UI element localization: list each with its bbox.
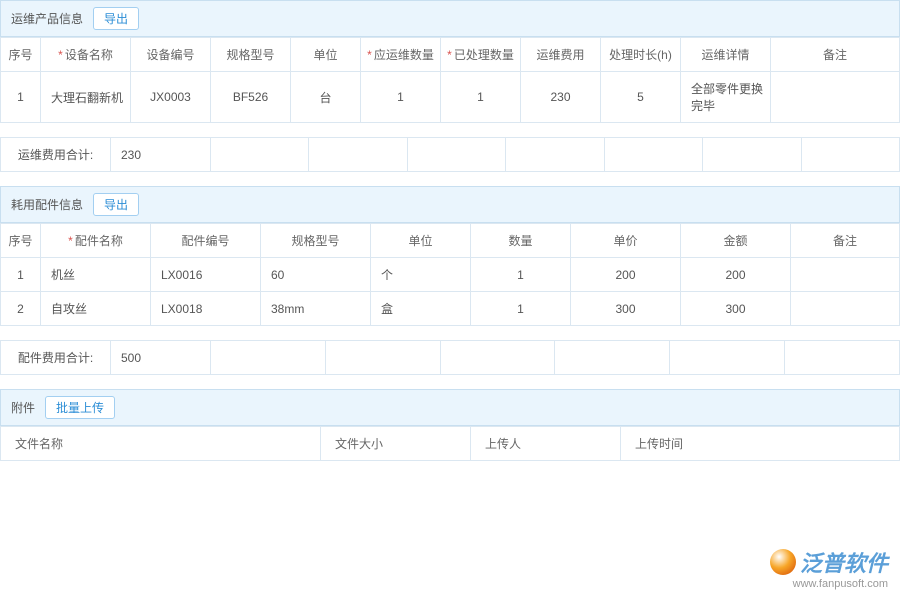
summary1-value: 230 bbox=[111, 138, 211, 172]
export-button-2[interactable]: 导出 bbox=[93, 193, 139, 216]
cell: 1 bbox=[1, 72, 41, 123]
section3-header: 附件 批量上传 bbox=[0, 389, 900, 426]
col-header: 运维详情 bbox=[681, 38, 771, 72]
cell: LX0016 bbox=[151, 258, 261, 292]
col-header: 金额 bbox=[681, 224, 791, 258]
cell: 大理石翻新机 bbox=[41, 72, 131, 123]
cell: BF526 bbox=[211, 72, 291, 123]
section3-title: 附件 bbox=[11, 399, 35, 416]
table-row: 1大理石翻新机JX0003BF526台112305全部零件更换完毕 bbox=[1, 72, 900, 123]
logo-icon bbox=[770, 549, 796, 575]
cell: 300 bbox=[681, 292, 791, 326]
footer-logo: 泛普软件 www.fanpusoft.com bbox=[770, 546, 888, 590]
cell: 1 bbox=[471, 258, 571, 292]
col-header: 配件编号 bbox=[151, 224, 261, 258]
cell bbox=[791, 258, 900, 292]
required-mark: * bbox=[58, 48, 63, 62]
cell: 200 bbox=[571, 258, 681, 292]
cell bbox=[771, 72, 900, 123]
cell: 1 bbox=[471, 292, 571, 326]
col-header: *应运维数量 bbox=[361, 38, 441, 72]
col-header: 备注 bbox=[791, 224, 900, 258]
col-header: 设备编号 bbox=[131, 38, 211, 72]
cell bbox=[791, 292, 900, 326]
table-row: 2自攻丝LX001838mm盒1300300 bbox=[1, 292, 900, 326]
summary1-label: 运维费用合计: bbox=[1, 138, 111, 172]
summary2-value: 500 bbox=[111, 341, 211, 375]
cell: LX0018 bbox=[151, 292, 261, 326]
brand-text: 泛普软件 bbox=[800, 546, 888, 578]
cell: 1 bbox=[441, 72, 521, 123]
col-header: *已处理数量 bbox=[441, 38, 521, 72]
cell: 机丝 bbox=[41, 258, 151, 292]
col-header: 上传时间 bbox=[621, 427, 900, 461]
col-header: 序号 bbox=[1, 38, 41, 72]
summary2-label: 配件费用合计: bbox=[1, 341, 111, 375]
col-header: 数量 bbox=[471, 224, 571, 258]
section1-summary: 运维费用合计: 230 bbox=[0, 137, 900, 172]
cell: 2 bbox=[1, 292, 41, 326]
cell: JX0003 bbox=[131, 72, 211, 123]
section1-title: 运维产品信息 bbox=[11, 10, 83, 27]
batch-upload-button[interactable]: 批量上传 bbox=[45, 396, 115, 419]
cell: 200 bbox=[681, 258, 791, 292]
cell: 5 bbox=[601, 72, 681, 123]
section1-header: 运维产品信息 导出 bbox=[0, 0, 900, 37]
col-header: 备注 bbox=[771, 38, 900, 72]
col-header: 运维费用 bbox=[521, 38, 601, 72]
section2-title: 耗用配件信息 bbox=[11, 196, 83, 213]
col-header: 处理时长(h) bbox=[601, 38, 681, 72]
cell: 38mm bbox=[261, 292, 371, 326]
col-header: 单位 bbox=[371, 224, 471, 258]
col-header: 规格型号 bbox=[211, 38, 291, 72]
export-button-1[interactable]: 导出 bbox=[93, 7, 139, 30]
required-mark: * bbox=[367, 48, 372, 62]
cell: 全部零件更换完毕 bbox=[681, 72, 771, 123]
cell: 230 bbox=[521, 72, 601, 123]
col-header: 文件名称 bbox=[1, 427, 321, 461]
products-table: 序号*设备名称设备编号规格型号单位*应运维数量*已处理数量运维费用处理时长(h)… bbox=[0, 37, 900, 123]
cell: 盒 bbox=[371, 292, 471, 326]
cell: 1 bbox=[1, 258, 41, 292]
cell: 60 bbox=[261, 258, 371, 292]
required-mark: * bbox=[447, 48, 452, 62]
required-mark: * bbox=[68, 234, 73, 248]
col-header: 上传人 bbox=[471, 427, 621, 461]
attachments-table: 文件名称文件大小上传人上传时间 bbox=[0, 426, 900, 461]
col-header: 序号 bbox=[1, 224, 41, 258]
cell: 个 bbox=[371, 258, 471, 292]
cell: 1 bbox=[361, 72, 441, 123]
cell: 300 bbox=[571, 292, 681, 326]
cell: 台 bbox=[291, 72, 361, 123]
col-header: 单价 bbox=[571, 224, 681, 258]
col-header: *配件名称 bbox=[41, 224, 151, 258]
brand-url: www.fanpusoft.com bbox=[770, 578, 888, 590]
parts-table: 序号*配件名称配件编号规格型号单位数量单价金额备注 1机丝LX001660个12… bbox=[0, 223, 900, 326]
col-header: 单位 bbox=[291, 38, 361, 72]
col-header: 文件大小 bbox=[321, 427, 471, 461]
cell: 自攻丝 bbox=[41, 292, 151, 326]
section2-summary: 配件费用合计: 500 bbox=[0, 340, 900, 375]
col-header: *设备名称 bbox=[41, 38, 131, 72]
col-header: 规格型号 bbox=[261, 224, 371, 258]
section2-header: 耗用配件信息 导出 bbox=[0, 186, 900, 223]
table-row: 1机丝LX001660个1200200 bbox=[1, 258, 900, 292]
